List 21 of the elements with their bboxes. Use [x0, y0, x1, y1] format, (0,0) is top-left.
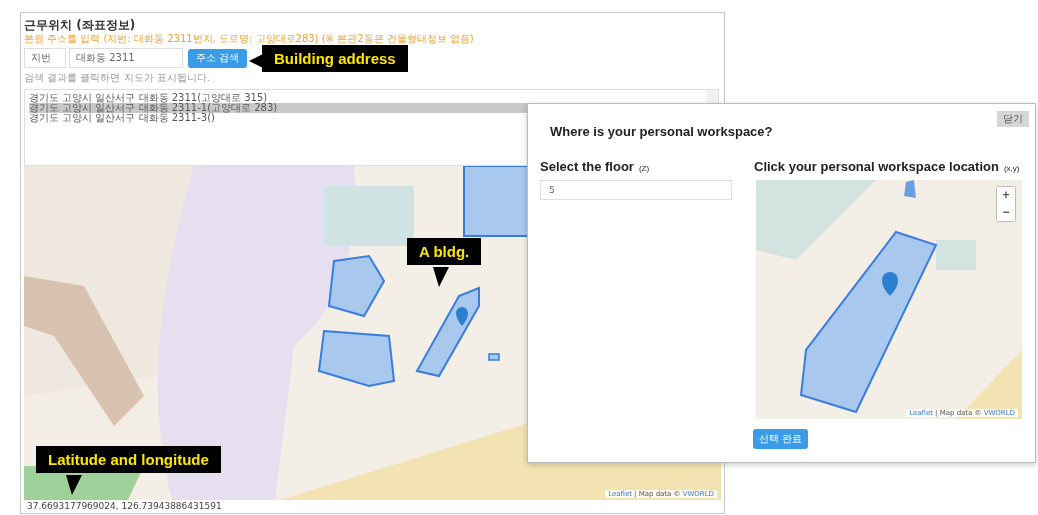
- callout-pointer: [249, 54, 263, 68]
- address-note: 본원 주소를 입력 (지번: 대화동 2311번지, 도로명: 고양대로283) (※ 본관2동은 건물형태정보 없음): [24, 32, 475, 45]
- callout-pointer: [433, 267, 449, 287]
- result-item[interactable]: 경기도 고양시 일산서구 대화동 2311(고양대로 315): [29, 93, 705, 103]
- search-hint: 검색 결과를 클릭하면 지도가 표시됩니다.: [24, 71, 211, 84]
- location-label: Click your personal workspace location (x,y): [754, 159, 1021, 175]
- coordinates-text: 37.6693177969024, 126.73943886431591: [26, 500, 223, 513]
- address-search-button[interactable]: 주소 검색: [188, 48, 248, 68]
- dialog-title: Where is your personal workspace?: [550, 124, 774, 139]
- section-title: 근무위치 (좌표정보): [24, 18, 137, 32]
- floor-label: Select the floor (Z): [540, 159, 651, 175]
- floor-axis-hint: (Z): [638, 164, 650, 173]
- address-input[interactable]: 대화동 2311: [69, 48, 183, 68]
- address-type-field[interactable]: 지번: [24, 48, 66, 68]
- floor-input[interactable]: 5: [540, 180, 732, 200]
- callout-label: A bldg.: [407, 238, 482, 265]
- callout-label: Latitude and longitude: [36, 446, 221, 473]
- close-button[interactable]: 닫기: [997, 111, 1029, 127]
- done-button[interactable]: 선택 완료: [753, 429, 808, 449]
- location-axis-hint: (x,y): [1003, 164, 1020, 173]
- callout-pointer: [66, 475, 82, 495]
